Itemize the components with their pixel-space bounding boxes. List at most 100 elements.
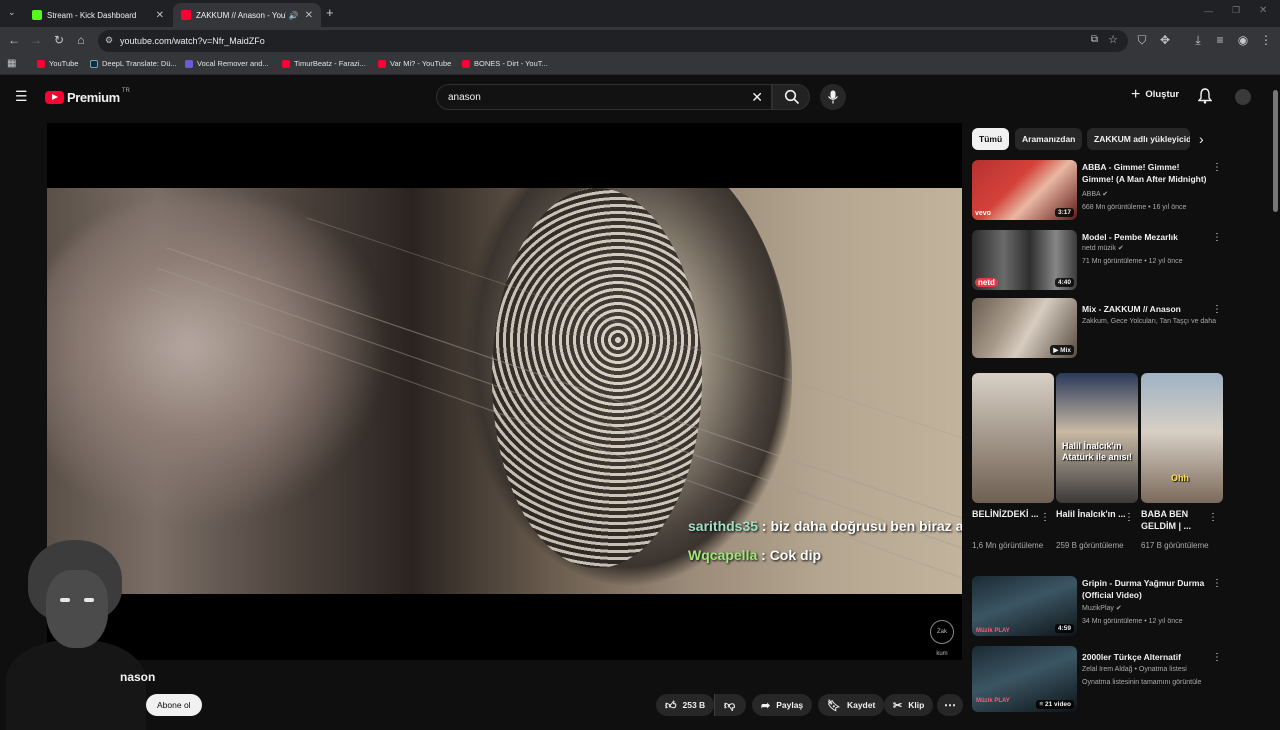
more-vert-icon[interactable]: ⋮ <box>1212 232 1222 243</box>
profile-icon[interactable]: ◉ <box>1235 33 1251 47</box>
channel-name[interactable]: ABBA ✔ <box>1082 190 1217 200</box>
close-window-icon[interactable]: ✕ <box>1259 5 1267 16</box>
related-video[interactable]: netd 4:40 Model - Pembe Mezarlık netd mü… <box>972 230 1227 296</box>
short-thumbnail[interactable]: Halil İnalcık'ın Atatürk ile anısı! <box>1056 373 1138 503</box>
close-tab-icon[interactable]: ✕ <box>305 10 313 21</box>
chevron-right-icon[interactable]: › <box>1199 131 1204 147</box>
video-player[interactable]: sarithds35 : biz daha doğrusu ben biraz … <box>47 123 962 660</box>
channel-name[interactable]: netd müzik ✔ <box>1082 244 1217 254</box>
short-title[interactable]: Halil İnalcık'ın ... <box>1056 508 1128 520</box>
related-mix[interactable]: ▶ Mix Mix - ZAKKUM // Anason Zakkum, Gec… <box>972 298 1227 364</box>
video-title[interactable]: Gripin - Durma Yağmur Durma (Official Vi… <box>1082 577 1212 601</box>
more-vert-icon[interactable]: ⋮ <box>1212 578 1222 589</box>
create-button[interactable]: + Oluştur <box>1131 86 1179 102</box>
more-vert-icon[interactable]: ⋮ <box>1212 162 1222 173</box>
mix-artists: Zakkum, Gece Yolcuları, Tan Taşçı ve dah… <box>1082 318 1217 325</box>
short-thumbnail[interactable]: Ohh <box>1141 373 1223 503</box>
mix-thumbnail[interactable]: ▶ Mix <box>972 298 1077 358</box>
bookmark-star-icon[interactable]: ☆ <box>1108 33 1118 46</box>
chat-text: : biz daha doğrusu ben biraz abartmış <box>761 518 962 534</box>
like-button[interactable]: 👍︎ 253 B <box>656 694 714 716</box>
playlist-owner[interactable]: Zelal İrem Aldağ • Oynatma listesi <box>1082 665 1217 675</box>
more-vert-icon[interactable]: ⋮ <box>1212 304 1222 315</box>
video-thumbnail[interactable]: netd 4:40 <box>972 230 1077 290</box>
search-input[interactable]: anason ✕ <box>436 84 772 110</box>
clip-button[interactable]: ✂ Klip <box>884 694 934 716</box>
tab-kick-dashboard[interactable]: Stream - Kick Dashboard ✕ <box>24 3 172 27</box>
install-app-icon[interactable]: ⧉ <box>1091 34 1098 45</box>
save-button[interactable]: 🔖︎ Kaydet <box>818 694 885 716</box>
playlist-count-badge: ≡ 21 video <box>1036 700 1074 709</box>
chat-message: sarithds35 : biz daha doğrusu ben biraz … <box>688 518 962 534</box>
playlist-title[interactable]: 2000ler Türkçe Alternatif <box>1082 651 1212 663</box>
apps-grid-icon[interactable]: ▦ <box>7 58 16 69</box>
view-full-playlist-link[interactable]: Oynatma listesinin tamamını görüntüle <box>1082 678 1217 688</box>
page-scrollbar-thumb[interactable] <box>1273 90 1278 212</box>
video-title: nason <box>120 670 156 684</box>
new-tab-button[interactable]: + <box>326 5 334 20</box>
view-meta: 668 Mn görüntüleme • 16 yıl önce <box>1082 204 1187 211</box>
chip-all[interactable]: Tümü <box>972 128 1010 150</box>
video-thumbnail[interactable]: vevo 3:17 <box>972 160 1077 220</box>
video-title[interactable]: Model - Pembe Mezarlık <box>1082 231 1212 243</box>
bookmark-bones-dirt[interactable]: BONES - Dirt - YouT... <box>462 59 548 68</box>
share-button[interactable]: ➦ Paylaş <box>752 694 813 716</box>
streamer-body <box>6 640 146 730</box>
bookmarks-bar: ▦ YouTube DeepL Translate: Dü... Vocal R… <box>0 55 1280 75</box>
channel-watermark[interactable]: Zak kum <box>930 620 954 657</box>
related-video[interactable]: vevo 3:17 ABBA - Gimme! Gimme! Gimme! (A… <box>972 160 1227 226</box>
mix-badge: ▶ Mix <box>1050 345 1074 355</box>
more-vert-icon[interactable]: ⋮ <box>1124 512 1134 523</box>
media-controls-icon[interactable]: ≡ <box>1212 33 1228 47</box>
chip-from-search[interactable]: Aramanızdan <box>1015 128 1083 150</box>
search-button[interactable] <box>772 84 810 110</box>
address-bar[interactable]: ⚙ youtube.com/watch?v=Nfr_MaidZFo ⧉ ☆ <box>98 30 1128 52</box>
more-vert-icon[interactable]: ⋮ <box>1208 512 1218 523</box>
share-label: Paylaş <box>776 700 804 710</box>
voice-search-button[interactable] <box>820 84 846 110</box>
youtube-premium-logo[interactable]: Premium TR <box>45 88 130 105</box>
back-arrow-icon[interactable]: ← <box>6 33 22 47</box>
related-video[interactable]: Müzik PLAY 4:59 Gripin - Durma Yağmur Du… <box>972 576 1227 642</box>
extensions-puzzle-icon[interactable]: ✥ <box>1157 33 1173 47</box>
menu-dots-icon[interactable]: ⋮ <box>1258 33 1274 47</box>
short-thumbnail[interactable] <box>972 373 1054 503</box>
shield-extension-icon[interactable]: ⛉ <box>1134 33 1150 48</box>
bookmark-vocal-remover[interactable]: Vocal Remover and... <box>185 59 269 68</box>
maximize-window-icon[interactable]: ❐ <box>1232 5 1240 16</box>
account-avatar[interactable] <box>1235 89 1251 105</box>
audio-playing-icon[interactable]: 🔊 <box>289 11 299 20</box>
site-info-icon[interactable]: ⚙ <box>105 35 113 46</box>
mix-title[interactable]: Mix - ZAKKUM // Anason <box>1082 303 1212 315</box>
download-icon[interactable]: ⤓ <box>1190 33 1206 48</box>
playlist-thumbnail[interactable]: Müzik PLAY ≡ 21 video <box>972 646 1077 712</box>
more-actions-button[interactable]: ⋯ <box>937 694 963 716</box>
tab-search-icon[interactable]: ⌄ <box>8 7 16 18</box>
minimize-window-icon[interactable]: — <box>1204 6 1213 16</box>
chat-username: Wqcapella <box>688 547 758 563</box>
notifications-bell-icon[interactable] <box>1198 88 1212 104</box>
guide-menu-icon[interactable]: ☰ <box>15 88 28 105</box>
more-vert-icon[interactable]: ⋮ <box>1040 512 1050 523</box>
video-thumbnail[interactable]: Müzik PLAY 4:59 <box>972 576 1077 636</box>
chip-from-uploader[interactable]: ZAKKUM adlı yükleyiciden <box>1087 128 1190 150</box>
bookmark-youtube[interactable]: YouTube <box>37 59 78 68</box>
bookmark-timurbeatz[interactable]: TimurBeatz - Farazi... <box>282 59 366 68</box>
tab-zakkum-anason[interactable]: ZAKKUM // Anason - YouTube 🔊 ✕ <box>173 3 321 27</box>
clear-search-icon[interactable]: ✕ <box>751 89 763 106</box>
bookmark-var-mi[interactable]: Var Mi? - YouTube <box>378 59 451 68</box>
close-tab-icon[interactable]: ✕ <box>156 10 164 21</box>
dislike-button[interactable]: 👎︎ <box>714 694 746 716</box>
home-icon[interactable]: ⌂ <box>73 33 89 47</box>
short-title[interactable]: BABA BEN GELDİM | ... <box>1141 508 1213 532</box>
forward-arrow-icon[interactable]: → <box>28 33 44 47</box>
short-title[interactable]: BELİNİZDEKİ ... <box>972 508 1044 520</box>
video-title[interactable]: ABBA - Gimme! Gimme! Gimme! (A Man After… <box>1082 161 1212 185</box>
subscribe-button[interactable]: Abone ol <box>146 694 202 716</box>
bookmark-deepl[interactable]: DeepL Translate: Dü... <box>90 59 177 68</box>
channel-label: MuzikPlay <box>1082 605 1114 612</box>
reload-icon[interactable]: ↻ <box>51 33 67 47</box>
channel-name[interactable]: MuzikPlay ✔ <box>1082 604 1217 614</box>
related-playlist[interactable]: Müzik PLAY ≡ 21 video 2000ler Türkçe Alt… <box>972 646 1227 712</box>
more-vert-icon[interactable]: ⋮ <box>1212 652 1222 663</box>
